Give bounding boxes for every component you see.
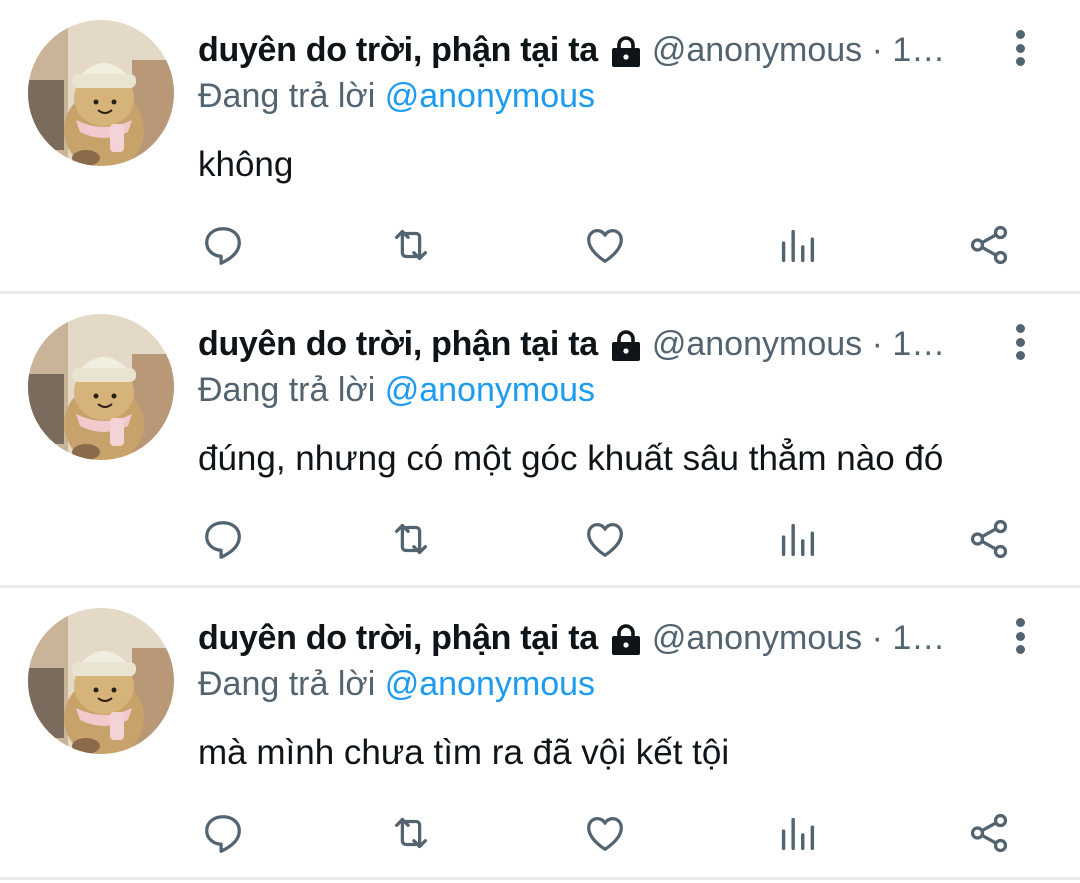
share-icon[interactable] [962, 512, 1016, 566]
replying-to: Đang trả lời @anonymous [198, 74, 595, 118]
more-vertical-icon[interactable] [1006, 616, 1034, 656]
reply-mention-link[interactable]: @anonymous [385, 665, 595, 703]
heart-icon[interactable] [578, 218, 632, 272]
reply-mention-link[interactable]: @anonymous [385, 371, 595, 409]
more-vertical-icon[interactable] [1006, 322, 1034, 362]
retweet-icon[interactable] [384, 806, 438, 860]
action-bar [0, 512, 1080, 566]
tweet-text: đúng, nhưng có một góc khuất sâu thẳm nà… [198, 439, 944, 478]
action-bar [0, 218, 1080, 272]
action-bar [0, 806, 1080, 860]
tweet-text: mà mình chưa tìm ra đã vội kết tội [198, 733, 730, 772]
tweet[interactable]: duyên do trời, phận tại ta @anonymous · … [0, 0, 1080, 294]
display-name[interactable]: duyên do trời, phận tại ta [198, 614, 598, 662]
avatar[interactable] [28, 20, 174, 166]
analytics-icon[interactable] [770, 806, 824, 860]
handle-and-time[interactable]: @anonymous · 1… [652, 614, 945, 662]
display-name[interactable]: duyên do trời, phận tại ta [198, 26, 598, 74]
tweet-header: duyên do trời, phận tại ta @anonymous · … [198, 614, 988, 662]
display-name[interactable]: duyên do trời, phận tại ta [198, 320, 598, 368]
handle-and-time[interactable]: @anonymous · 1… [652, 26, 945, 74]
replying-to: Đang trả lời @anonymous [198, 662, 595, 706]
reply-icon[interactable] [196, 512, 250, 566]
lock-icon [608, 621, 644, 655]
avatar[interactable] [28, 314, 174, 460]
avatar[interactable] [28, 608, 174, 754]
tweet-text: không [198, 145, 294, 184]
share-icon[interactable] [962, 806, 1016, 860]
replying-to-label: Đang trả lời [198, 665, 376, 703]
reply-feed: duyên do trời, phận tại ta @anonymous · … [0, 0, 1080, 880]
share-icon[interactable] [962, 218, 1016, 272]
more-vertical-icon[interactable] [1006, 28, 1034, 68]
tweet-header: duyên do trời, phận tại ta @anonymous · … [198, 26, 988, 74]
tweet[interactable]: duyên do trời, phận tại ta @anonymous · … [0, 294, 1080, 588]
analytics-icon[interactable] [770, 512, 824, 566]
tweet[interactable]: duyên do trời, phận tại ta @anonymous · … [0, 588, 1080, 880]
heart-icon[interactable] [578, 806, 632, 860]
analytics-icon[interactable] [770, 218, 824, 272]
heart-icon[interactable] [578, 512, 632, 566]
retweet-icon[interactable] [384, 512, 438, 566]
handle-and-time[interactable]: @anonymous · 1… [652, 320, 945, 368]
reply-icon[interactable] [196, 806, 250, 860]
tweet-header: duyên do trời, phận tại ta @anonymous · … [198, 320, 988, 368]
retweet-icon[interactable] [384, 218, 438, 272]
replying-to-label: Đang trả lời [198, 77, 376, 115]
reply-mention-link[interactable]: @anonymous [385, 77, 595, 115]
lock-icon [608, 327, 644, 361]
reply-icon[interactable] [196, 218, 250, 272]
replying-to-label: Đang trả lời [198, 371, 376, 409]
lock-icon [608, 33, 644, 67]
replying-to: Đang trả lời @anonymous [198, 368, 595, 412]
